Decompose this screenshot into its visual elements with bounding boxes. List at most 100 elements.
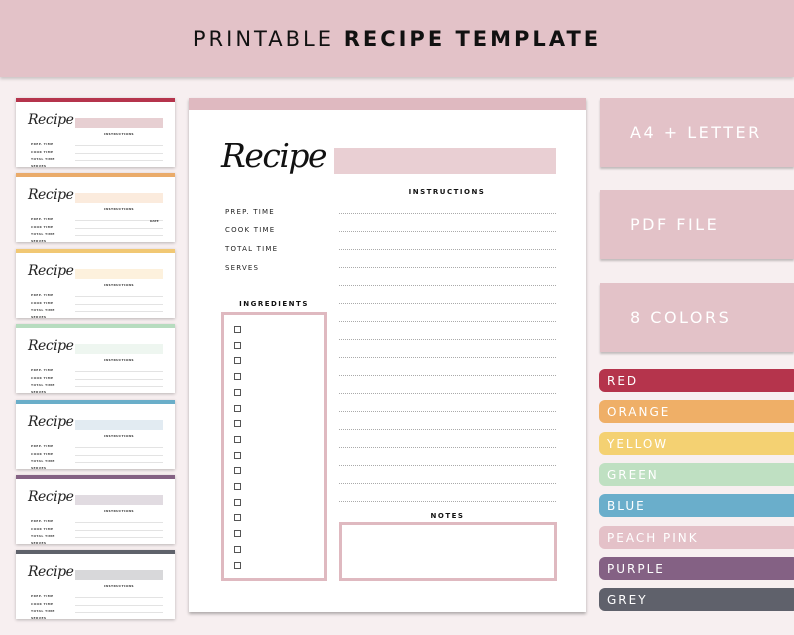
ingredient-checkbox[interactable] (234, 357, 241, 365)
thumbnail-meta-label: SERVES (31, 315, 47, 318)
thumbnail-title-box (75, 118, 163, 128)
thumbnail-meta-label: SERVES (31, 466, 47, 469)
thumbnail-instructions-label: INSTRUCTIONS (104, 283, 134, 287)
color-option-blue: BLUE (599, 494, 794, 517)
ingredient-checkbox[interactable] (234, 451, 241, 459)
instruction-line[interactable] (339, 429, 556, 430)
instruction-line[interactable] (339, 321, 556, 322)
instruction-line[interactable] (339, 411, 556, 412)
thumbnail-meta-label: COOK TIME (31, 150, 54, 154)
color-option-label: GREEN (607, 467, 659, 482)
thumbnail-line (75, 379, 163, 380)
ingredient-checkbox[interactable] (234, 561, 241, 569)
thumbnail-variant[interactable]: Recipe INSTRUCTIONS PREP. TIME COOK TIME TOT… (16, 173, 175, 242)
thumbnail-meta-label: COOK TIME (31, 301, 54, 305)
color-option-grey: GREY (599, 588, 794, 611)
thumbnail-variant[interactable]: Recipe INSTRUCTIONS PREP. TIME COOK TIME TOT… (16, 400, 175, 469)
ingredients-list (221, 312, 327, 581)
ingredient-checkbox[interactable] (234, 545, 241, 553)
prep-time-label: PREP. TIME (225, 208, 275, 216)
thumbnail-meta-label: SERVES (31, 390, 47, 393)
thumbnail-variant[interactable]: Recipe INSTRUCTIONS PREP. TIME COOK TIME TOT… (16, 324, 175, 393)
thumbnail-variant[interactable]: Recipe INSTRUCTIONS PREP. TIME COOK TIME TOT… (16, 550, 175, 619)
thumbnail-meta-label: SERVES (31, 164, 47, 167)
thumbnail-color-bar (16, 400, 175, 404)
instruction-line[interactable] (339, 303, 556, 304)
recipe-name-field[interactable] (334, 148, 556, 174)
instruction-line[interactable] (339, 393, 556, 394)
instruction-line[interactable] (339, 339, 556, 340)
thumbnail-line (75, 235, 163, 236)
thumbnail-meta-label: TOTAL TIME (31, 232, 55, 236)
thumbnail-color-bar (16, 324, 175, 328)
instruction-line[interactable] (339, 249, 556, 250)
total-time-label: TOTAL TIME (225, 245, 279, 253)
notes-field[interactable] (339, 522, 557, 581)
thumbnail-recipe-title: Recipe (28, 338, 74, 354)
thumbnail-line (75, 145, 163, 146)
instruction-line[interactable] (339, 375, 556, 376)
instruction-line[interactable] (339, 357, 556, 358)
thumbnail-line (75, 160, 163, 161)
ingredient-checkbox[interactable] (234, 373, 241, 381)
instruction-line[interactable] (339, 465, 556, 466)
thumbnail-title-box (75, 420, 163, 430)
instruction-line[interactable] (339, 483, 556, 484)
instruction-line[interactable] (339, 447, 556, 448)
ingredient-checkbox[interactable] (234, 498, 241, 506)
thumbnail-line (75, 296, 163, 297)
instruction-line[interactable] (339, 213, 556, 214)
color-option-peach-pink: PEACH PINK (599, 526, 794, 549)
thumbnail-title-box (75, 193, 163, 203)
banner-title: PRINTABLE RECIPE TEMPLATE (193, 27, 601, 51)
feature-label: PDF FILE (630, 215, 720, 234)
thumbnail-meta-label: COOK TIME (31, 527, 54, 531)
ingredient-checkbox[interactable] (234, 341, 241, 349)
thumbnail-meta-label: TOTAL TIME (31, 459, 55, 463)
thumbnail-instructions-label: INSTRUCTIONS (104, 584, 134, 588)
thumbnail-color-bar (16, 475, 175, 479)
thumbnail-line (75, 311, 163, 312)
instruction-line[interactable] (339, 267, 556, 268)
ingredient-checkbox[interactable] (234, 388, 241, 396)
color-option-label: GREY (607, 592, 648, 607)
thumbnail-color-bar (16, 249, 175, 253)
thumbnail-instructions-label: INSTRUCTIONS (104, 207, 134, 211)
thumbnail-meta-label: SERVES (31, 616, 47, 619)
instruction-line[interactable] (339, 231, 556, 232)
ingredient-checkbox[interactable] (234, 530, 241, 538)
thumbnail-meta-label: TOTAL TIME (31, 609, 55, 613)
ingredient-checkbox[interactable] (234, 326, 241, 333)
ingredient-checkbox[interactable] (234, 420, 241, 428)
ingredient-checkbox[interactable] (234, 435, 241, 443)
page-top-bar (189, 98, 586, 110)
instruction-line[interactable] (339, 501, 556, 502)
ingredient-checkbox[interactable] (234, 514, 241, 522)
thumbnail-variant[interactable]: Recipe INSTRUCTIONS PREP. TIME COOK TIME TOT… (16, 249, 175, 318)
thumbnail-line (75, 153, 163, 154)
color-option-label: ORANGE (607, 404, 671, 419)
thumbnail-meta-label: PREP. TIME (31, 293, 54, 297)
recipe-page-preview: Recipe INSTRUCTIONS PREP. TIME COOK TIME… (189, 98, 586, 612)
ingredient-checkbox[interactable] (234, 467, 241, 475)
color-option-label: RED (607, 373, 639, 388)
thumbnail-meta-label: PREP. TIME (31, 368, 54, 372)
thumbnail-date-label: DATE (150, 219, 159, 223)
thumbnail-meta-label: TOTAL TIME (31, 157, 55, 161)
thumbnail-meta-label: PREP. TIME (31, 142, 54, 146)
thumbnail-recipe-title: Recipe (28, 489, 74, 505)
thumbnail-variant[interactable]: Recipe INSTRUCTIONS PREP. TIME COOK TIME TOT… (16, 98, 175, 167)
thumbnail-variant[interactable]: Recipe INSTRUCTIONS PREP. TIME COOK TIME TOT… (16, 475, 175, 544)
instructions-heading: INSTRUCTIONS (408, 188, 486, 196)
instruction-line[interactable] (339, 285, 556, 286)
ingredient-checkbox[interactable] (234, 483, 241, 490)
ingredient-checkbox[interactable] (234, 404, 241, 412)
thumbnail-meta-label: COOK TIME (31, 602, 54, 606)
thumbnail-recipe-title: Recipe (28, 112, 74, 128)
thumbnail-title-box (75, 570, 163, 580)
feature-label: 8 COLORS (630, 308, 732, 327)
feature-label: A4 + LETTER (630, 123, 762, 142)
thumbnail-instructions-label: INSTRUCTIONS (104, 434, 134, 438)
thumbnail-line (75, 605, 163, 606)
color-option-label: PURPLE (607, 561, 665, 576)
